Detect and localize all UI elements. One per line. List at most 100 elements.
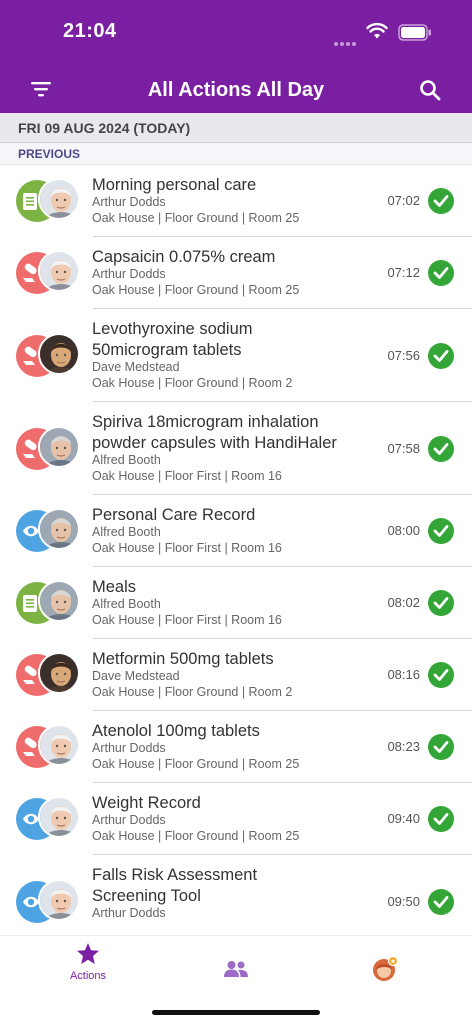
action-time: 09:40	[387, 811, 420, 826]
action-row[interactable]: Personal Care Record Alfred Booth Oak Hous…	[0, 495, 472, 567]
resident-avatar	[38, 879, 80, 921]
action-title: Metformin 500mg tablets	[92, 650, 274, 668]
alfred-avatar	[40, 428, 78, 466]
resident-location: Oak House | Floor Ground | Room 25	[92, 211, 300, 225]
completed-check-icon	[428, 889, 454, 915]
resident-location: Oak House | Floor Ground | Room 2	[92, 685, 293, 699]
action-title: 50microgram tablets	[92, 341, 242, 359]
page-title: All Actions All Day	[147, 79, 325, 101]
action-title: Spiriva 18microgram inhalation	[92, 413, 319, 431]
resident-name: Arthur Dodds	[92, 813, 166, 827]
action-row[interactable]: Metformin 500mg tablets Dave Medstead Oak …	[0, 639, 472, 711]
action-row[interactable]: Levothyroxine sodium 50microgram tablets D…	[0, 309, 472, 402]
arthur-avatar	[40, 180, 78, 218]
section-label: PREVIOUS	[18, 147, 81, 161]
resident-avatar	[38, 426, 80, 468]
action-row[interactable]: Falls Risk Assessment Screening Tool Arthu…	[0, 855, 472, 935]
action-row[interactable]: Morning personal care Arthur Dodds Oak Hou…	[0, 165, 472, 237]
resident-location: Oak House | Floor First | Room 16	[92, 613, 282, 627]
tab-actions[interactable]: Actions	[38, 936, 138, 996]
resident-avatar	[38, 333, 80, 375]
people-icon	[224, 961, 248, 977]
action-time: 07:58	[387, 441, 420, 456]
resident-location: Oak House | Floor Ground | Room 25	[92, 283, 300, 297]
action-row[interactable]: Atenolol 100mg tablets Arthur Dodds Oak Ho…	[0, 711, 472, 783]
search-icon[interactable]	[418, 78, 442, 102]
star-icon	[77, 943, 99, 964]
date-header: FRI 09 AUG 2024 (TODAY)	[0, 113, 472, 143]
action-time: 09:50	[387, 894, 420, 909]
completed-check-icon	[428, 734, 454, 760]
resident-name: Alfred Booth	[92, 453, 161, 467]
date-label: FRI 09 AUG 2024 (TODAY)	[18, 120, 191, 136]
arthur-avatar	[40, 726, 78, 764]
clipboard-icon	[23, 595, 37, 612]
resident-location: Oak House | Floor Ground | Room 2	[92, 376, 293, 390]
resident-name: Dave Medstead	[92, 360, 180, 374]
resident-location: Oak House | Floor Ground | Room 25	[92, 757, 300, 771]
completed-check-icon	[428, 260, 454, 286]
action-time: 07:12	[387, 265, 420, 280]
completed-check-icon	[428, 518, 454, 544]
action-row[interactable]: Weight Record Arthur Dodds Oak House | Flo…	[0, 783, 472, 855]
completed-check-icon	[428, 662, 454, 688]
action-time: 07:56	[387, 348, 420, 363]
action-row[interactable]: Meals Alfred Booth Oak House | Floor First…	[0, 567, 472, 639]
action-list: Morning personal care Arthur Dodds Oak Hou…	[0, 165, 472, 935]
action-title: Personal Care Record	[92, 506, 256, 524]
arthur-avatar	[40, 798, 78, 836]
section-header: PREVIOUS	[0, 143, 472, 165]
completed-check-icon	[428, 188, 454, 214]
resident-name: Arthur Dodds	[92, 195, 166, 209]
arthur-avatar	[40, 881, 78, 919]
tab-profile[interactable]	[334, 936, 434, 996]
action-title: Levothyroxine sodium	[92, 320, 253, 338]
resident-location: Oak House | Floor First | Room 16	[92, 541, 282, 555]
resident-avatar	[38, 796, 80, 838]
completed-check-icon	[428, 343, 454, 369]
arthur-avatar	[40, 252, 78, 290]
action-time: 08:23	[387, 739, 420, 754]
action-title: Capsaicin 0.075% cream	[92, 248, 276, 266]
action-row[interactable]: Capsaicin 0.075% cream Arthur Dodds Oak Ho…	[0, 237, 472, 309]
resident-name: Arthur Dodds	[92, 741, 166, 755]
resident-location: Oak House | Floor First | Room 16	[92, 469, 282, 483]
action-time: 08:02	[387, 595, 420, 610]
dave-avatar	[40, 335, 78, 373]
clipboard-icon	[23, 193, 37, 210]
resident-avatar	[38, 580, 80, 622]
action-time: 08:16	[387, 667, 420, 682]
app-header: 21:04 All Actions All Day	[0, 0, 472, 113]
action-title: Weight Record	[92, 794, 201, 812]
resident-avatar	[38, 250, 80, 292]
dave-avatar	[40, 654, 78, 692]
resident-avatar	[38, 178, 80, 220]
action-title: Screening Tool	[92, 887, 201, 905]
action-title: Atenolol 100mg tablets	[92, 722, 260, 740]
completed-check-icon	[428, 436, 454, 462]
resident-name: Arthur Dodds	[92, 906, 166, 920]
resident-name: Alfred Booth	[92, 525, 161, 539]
status-time: 21:04	[63, 20, 117, 42]
alfred-avatar	[40, 510, 78, 548]
resident-location: Oak House | Floor Ground | Room 25	[92, 829, 300, 843]
wifi-icon	[366, 22, 388, 39]
resident-name: Arthur Dodds	[92, 267, 166, 281]
action-time: 08:00	[387, 523, 420, 538]
resident-name: Alfred Booth	[92, 597, 161, 611]
resident-name: Dave Medstead	[92, 669, 180, 683]
completed-check-icon	[428, 806, 454, 832]
resident-avatar	[38, 508, 80, 550]
alfred-avatar	[40, 582, 78, 620]
action-title: Falls Risk Assessment	[92, 866, 258, 884]
avatar	[373, 956, 398, 981]
action-row[interactable]: Spiriva 18microgram inhalation powder cap…	[0, 402, 472, 495]
action-title: powder capsules with HandiHaler	[92, 434, 337, 452]
action-time: 07:02	[387, 193, 420, 208]
battery-icon	[398, 24, 431, 41]
tab-residents[interactable]	[186, 936, 286, 996]
home-indicator	[152, 1010, 320, 1015]
tab-actions-label: Actions	[69, 970, 107, 982]
action-title: Meals	[92, 578, 137, 596]
completed-check-icon	[428, 590, 454, 616]
